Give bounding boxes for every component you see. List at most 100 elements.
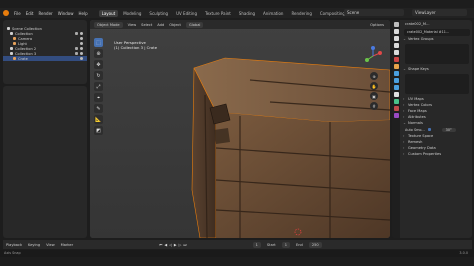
particles-tab-icon[interactable] [393,78,399,83]
world-tab-icon[interactable] [393,57,399,62]
scale-tool-icon[interactable]: ⤢ [94,82,103,91]
material-tab-icon[interactable] [393,106,399,111]
tool-tab-icon[interactable] [393,22,399,27]
grid-view-icon[interactable]: # [370,102,378,110]
select-box-tool-icon[interactable]: ⬚ [94,38,103,47]
properties-content: crate002_M... crate002_Material #11... V… [402,20,472,238]
cursor-tool-icon[interactable]: ⊕ [94,49,103,58]
auto-smooth-checkbox[interactable] [427,128,431,131]
auto-smooth-angle-field[interactable]: 30° [441,127,456,132]
object-mode-dropdown[interactable]: Object Mode [94,21,123,28]
tab-layout[interactable]: Layout [98,9,119,17]
outliner-row-crate[interactable]: Crate [3,56,87,61]
move-tool-icon[interactable]: ✥ [94,60,103,69]
next-key-icon[interactable]: ▷ [179,243,182,247]
outliner-row-label: Light [18,41,27,46]
checkbox-icon[interactable] [75,47,78,50]
menu-edit[interactable]: Edit [26,11,34,16]
annotate-tool-icon[interactable]: ✎ [94,104,103,113]
section-vertex-groups[interactable]: Vertex Groups [402,36,472,42]
add-cube-tool-icon[interactable]: ◩ [94,126,103,135]
vertex-groups-list[interactable] [405,44,469,64]
render-tab-icon[interactable] [393,29,399,34]
checkbox-icon[interactable] [75,52,78,55]
blender-logo-icon[interactable] [3,10,9,16]
pan-hand-icon[interactable]: ✋ [370,82,378,90]
menu-window[interactable]: Window [58,11,74,16]
eye-icon[interactable] [80,42,83,45]
jump-end-icon[interactable]: ⏭ [183,243,186,247]
marker-menu[interactable]: Marker [61,243,73,247]
status-bar: Axis Snap 3.0.0 [0,250,474,257]
tab-animation[interactable]: Animation [260,10,286,17]
object-tab-icon[interactable] [393,64,399,69]
options-dropdown[interactable]: Options [370,23,384,27]
menu-file[interactable]: File [14,11,21,16]
menu-add[interactable]: Add [157,23,164,27]
scene-tab-icon[interactable] [393,50,399,55]
tab-modeling[interactable]: Modeling [120,10,144,17]
playback-controls: ⏮ ◀ ◁ ▶ ▷ ⏭ [159,243,187,247]
physics-tab-icon[interactable] [393,85,399,90]
orientation-dropdown[interactable]: Global [185,21,204,28]
3d-viewport[interactable]: Object Mode View Select Add Object Globa… [90,20,390,238]
section-custom-properties[interactable]: Custom Properties [402,151,472,157]
start-frame-field[interactable]: 1 [281,241,290,248]
prev-key-icon[interactable]: ◀ [164,243,167,247]
menu-view[interactable]: View [128,23,137,27]
modifier-tab-icon[interactable] [393,71,399,76]
menu-help[interactable]: Help [78,11,87,16]
outliner-row-label: Collection 2 [15,46,37,51]
view-layer-selector[interactable]: ViewLayer [412,9,467,16]
properties-panel: crate002_M... crate002_Material #11... V… [392,20,472,238]
tab-rendering[interactable]: Rendering [288,10,314,17]
menu-select[interactable]: Select [141,23,152,27]
eye-icon[interactable] [80,57,83,60]
collection-icon [7,27,10,30]
tab-shading[interactable]: Shading [236,10,258,17]
view-layer-tab-icon[interactable] [393,43,399,48]
jump-start-icon[interactable]: ⏮ [159,243,162,247]
mesh-data-selector[interactable]: crate002_Material #11... [404,29,470,36]
play-reverse-icon[interactable]: ◁ [169,243,172,247]
tab-texture-paint[interactable]: Texture Paint [202,10,234,17]
measure-tool-icon[interactable]: 📐 [94,115,103,124]
tab-uv-editing[interactable]: UV Editing [173,10,200,17]
mesh-data-tab-icon[interactable] [393,99,399,104]
view-menu[interactable]: View [46,243,55,247]
shape-keys-list[interactable] [405,74,469,94]
scene-selector[interactable]: Scene [344,9,404,16]
eye-icon[interactable] [80,32,83,35]
checkbox-icon[interactable] [75,32,78,35]
navigation-gizmo-icon[interactable] [362,45,384,67]
auto-smooth-label: Auto Smo... [405,127,425,132]
transform-tool-icon[interactable]: ⌖ [94,93,103,102]
collection-icon [10,47,13,50]
constraints-tab-icon[interactable] [393,92,399,97]
keying-menu[interactable]: Keying [28,243,40,247]
zoom-icon[interactable]: ⊕ [370,72,378,80]
viewport-info-overlay: User Perspective (1) Collection 3 | Crat… [114,40,157,50]
section-shape-keys[interactable]: Shape Keys [402,66,472,72]
play-icon[interactable]: ▶ [174,243,177,247]
eye-icon[interactable] [80,52,83,55]
eye-icon[interactable] [80,47,83,50]
left-empty-panel [3,86,87,238]
collection-icon [10,32,13,35]
end-frame-field[interactable]: 250 [308,241,322,248]
menu-object[interactable]: Object [169,23,181,27]
section-normals[interactable]: Normals [402,120,472,126]
outliner-row-label: Camera [18,36,33,41]
camera-icon [13,37,16,40]
object-name-field[interactable]: crate002_M... [402,20,472,29]
camera-view-icon[interactable]: ▣ [370,92,378,100]
current-frame-field[interactable]: 1 [252,241,261,248]
eye-icon[interactable] [80,37,83,40]
texture-tab-icon[interactable] [393,113,399,118]
playback-menu[interactable]: Playback [6,243,22,247]
menu-render[interactable]: Render [38,11,52,16]
output-tab-icon[interactable] [393,36,399,41]
viewport-header: Object Mode View Select Add Object Globa… [90,20,390,29]
rotate-tool-icon[interactable]: ↻ [94,71,103,80]
tab-sculpting[interactable]: Sculpting [146,10,171,17]
